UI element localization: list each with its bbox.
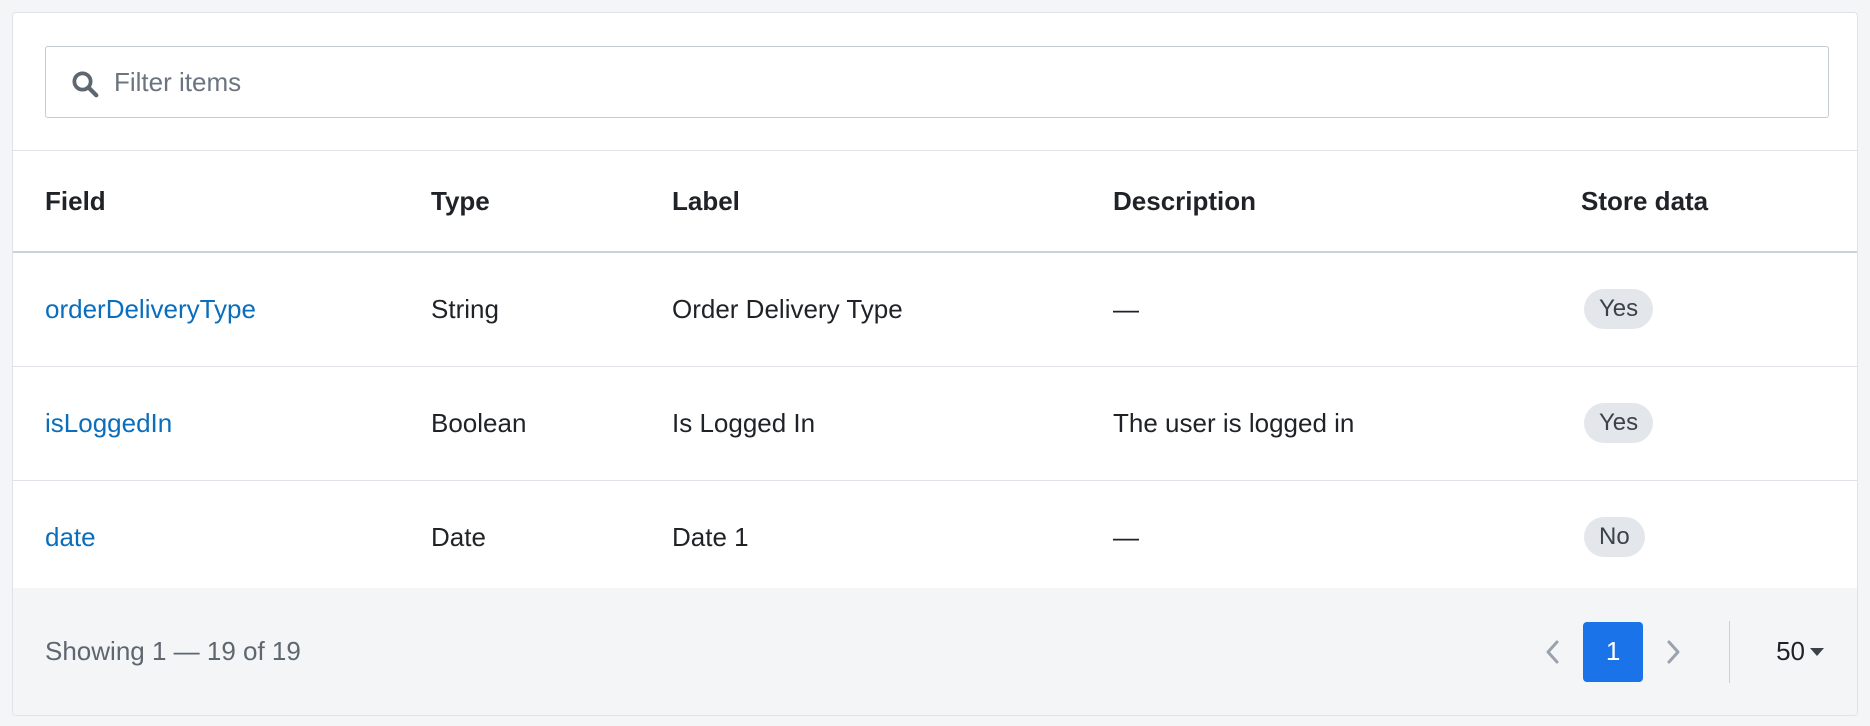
header-store-data[interactable]: Store data [1581,151,1857,252]
description-cell: The user is logged in [1113,407,1355,438]
header-type[interactable]: Type [431,151,672,252]
header-field[interactable]: Field [13,151,431,252]
label-cell: Is Logged In [672,407,816,438]
label-cell: Date 1 [672,521,749,552]
per-page-value: 50 [1776,636,1805,666]
search-icon [72,71,99,98]
table-row: orderDeliveryType String Order Delivery … [13,252,1857,366]
table-footer: Showing 1 — 19 of 19 1 50 [13,588,1857,715]
store-data-badge: Yes [1584,289,1654,330]
fields-panel: Field Type Label Description Store data … [12,12,1858,716]
next-page-button[interactable] [1653,622,1693,682]
caret-down-icon [1810,647,1824,656]
page-button-current[interactable]: 1 [1583,621,1644,682]
type-cell: Boolean [431,407,527,438]
header-label[interactable]: Label [672,151,1113,252]
store-data-badge: Yes [1584,403,1654,443]
chevron-left-icon [1546,640,1559,663]
store-data-badge: No [1584,517,1645,558]
fields-table: Field Type Label Description Store data … [13,151,1857,594]
label-cell: Order Delivery Type [672,293,903,324]
per-page-select[interactable]: 50 [1776,636,1825,667]
field-link[interactable]: date [45,522,96,552]
chevron-right-icon [1667,640,1680,663]
table-header-row: Field Type Label Description Store data [13,151,1857,252]
type-cell: String [431,293,499,324]
table-row: date Date Date 1 — No [13,480,1857,594]
field-link[interactable]: isLoggedIn [45,408,172,438]
table-row: isLoggedIn Boolean Is Logged In The user… [13,366,1857,480]
field-link[interactable]: orderDeliveryType [45,294,256,324]
pagination: 1 50 [1533,588,1857,715]
filter-bar [13,13,1857,151]
description-cell: — [1113,293,1139,324]
pager-divider [1729,620,1731,683]
prev-page-button[interactable] [1533,622,1573,682]
showing-count: Showing 1 — 19 of 19 [45,636,301,666]
filter-input[interactable] [114,52,1794,112]
type-cell: Date [431,521,486,552]
filter-box[interactable] [45,46,1829,118]
header-description[interactable]: Description [1113,151,1581,252]
description-cell: — [1113,521,1139,552]
